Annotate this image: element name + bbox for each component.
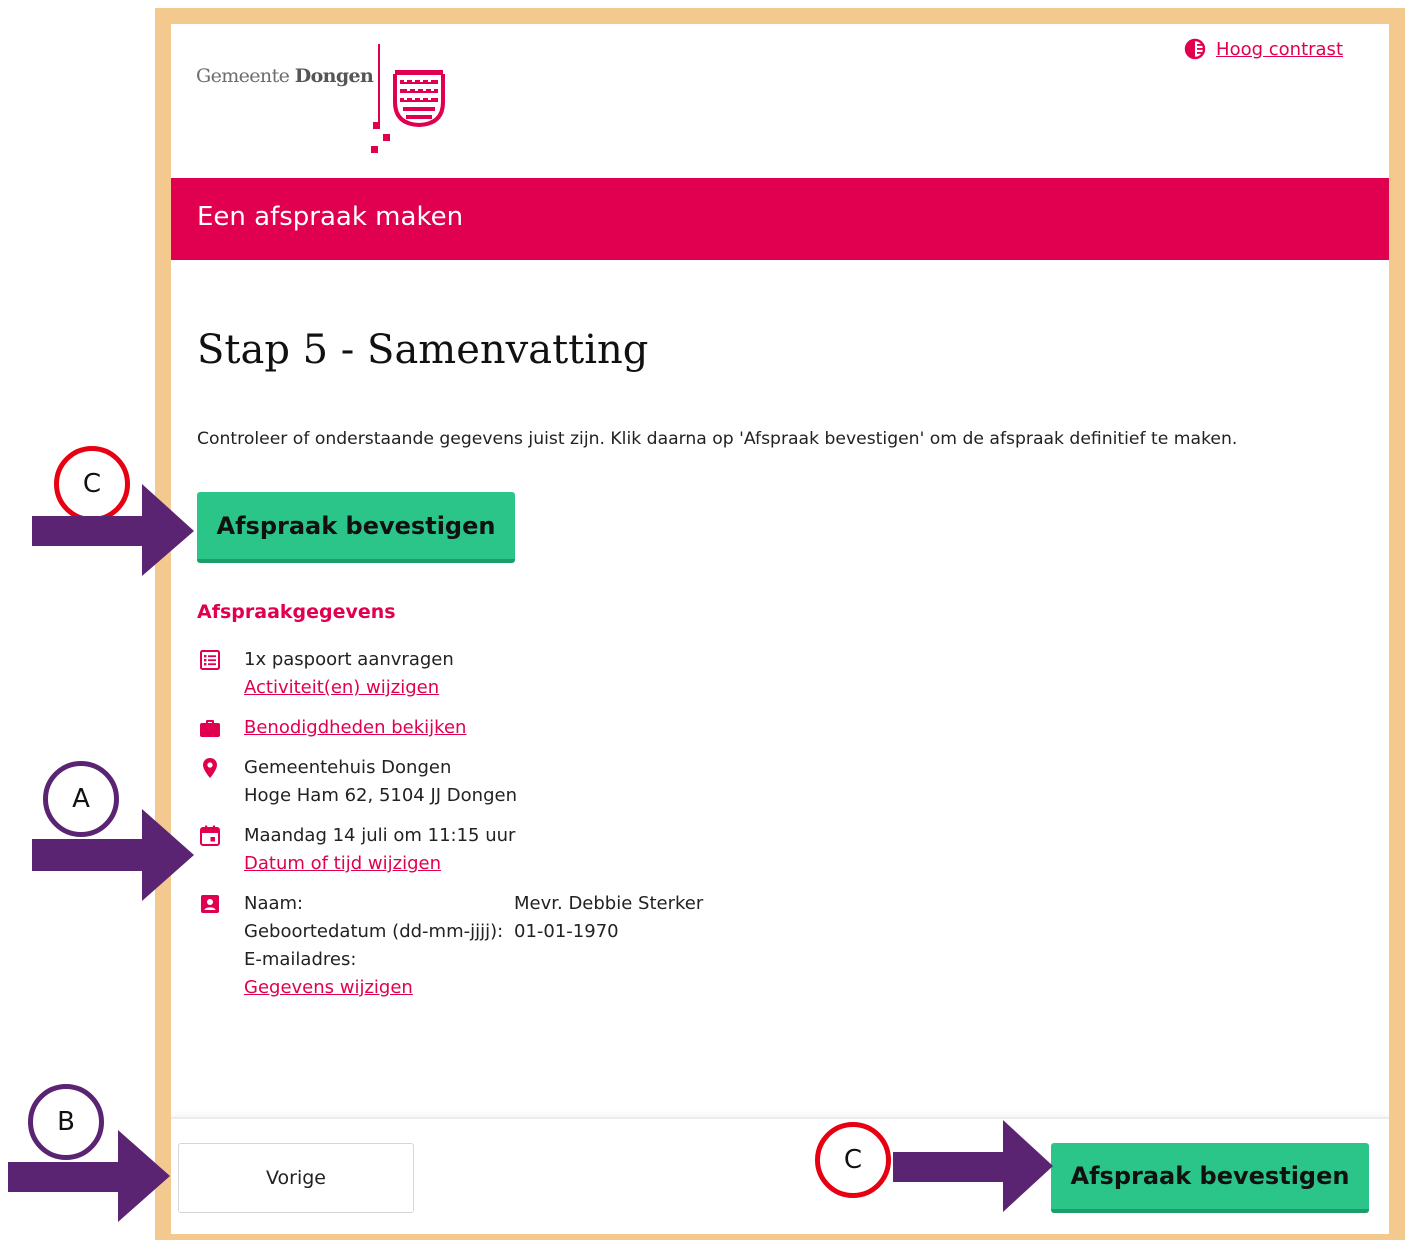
contrast-icon [1184,38,1206,60]
name-field: Naam: Mevr. Debbie Sterker [244,890,703,918]
logo-pixel [373,122,380,129]
datetime-content: Maandag 14 juli om 11:15 uur Datum of ti… [244,822,515,878]
location-name: Gemeentehuis Dongen [244,757,452,778]
high-contrast-link[interactable]: Hoog contrast [1216,39,1343,60]
birthdate-value: 01-01-1970 [514,921,619,942]
location-content: Gemeentehuis Dongen Hoge Ham 62, 5104 JJ… [244,754,517,810]
datetime-row: Maandag 14 juli om 11:15 uur Datum of ti… [197,822,897,878]
annotation-arrow-a [32,809,194,901]
activity-text: 1x paspoort aanvragen [244,649,454,670]
birthdate-label: Geboortedatum (dd-mm-jjjj): [244,921,504,942]
municipality-logo-text: Gemeente Dongen [196,65,374,87]
annotation-arrow-c-top [32,484,194,576]
change-activity-link[interactable]: Activiteit(en) wijzigen [244,674,454,702]
email-field: E-mailadres: [244,946,703,974]
logo-pixel [383,134,390,141]
briefcase-icon [200,720,220,737]
activity-content: 1x paspoort aanvragen Activiteit(en) wij… [244,646,454,702]
calendar-icon [200,825,220,846]
high-contrast-toggle[interactable]: Hoog contrast [1184,38,1343,60]
logo-divider [378,44,380,122]
activity-row: 1x paspoort aanvragen Activiteit(en) wij… [197,646,897,702]
view-requirements-link[interactable]: Benodigdheden bekijken [244,714,466,742]
requirements-row: Benodigdheden bekijken [197,714,897,742]
page-title: Stap 5 - Samenvatting [197,327,649,373]
appointment-datetime: Maandag 14 juli om 11:15 uur [244,825,516,846]
logo-pixel [371,146,378,153]
location-address: Hoge Ham 62, 5104 JJ Dongen [244,785,517,806]
previous-button[interactable]: Vorige [178,1143,414,1213]
intro-text: Controleer of onderstaande gegevens juis… [197,429,1238,449]
confirm-appointment-button-bottom[interactable]: Afspraak bevestigen [1051,1143,1369,1213]
name-value: Mevr. Debbie Sterker [514,893,704,914]
location-row: Gemeentehuis Dongen Hoge Ham 62, 5104 JJ… [197,754,897,810]
logo-text-regular: Gemeente [196,65,290,87]
municipality-crest-icon [393,70,445,128]
confirm-appointment-button-top[interactable]: Afspraak bevestigen [197,492,515,563]
logo-text-bold: Dongen [294,65,374,87]
birthdate-field: Geboortedatum (dd-mm-jjjj): 01-01-1970 [244,918,703,946]
page-banner: Een afspraak maken [171,178,1389,260]
person-row: Naam: Mevr. Debbie Sterker Geboortedatum… [197,890,897,1002]
contact-card-icon [201,895,219,913]
banner-title: Een afspraak maken [197,202,464,232]
appointment-details-title: Afspraakgegevens [197,601,396,623]
requirements-content: Benodigdheden bekijken [244,714,466,742]
annotation-label-c-bottom: C [815,1122,891,1198]
list-icon [200,650,220,670]
appointment-page: Gemeente Dongen Hoog contrast Een afspra… [171,24,1389,1234]
change-details-link[interactable]: Gegevens wijzigen [244,974,703,1002]
person-content: Naam: Mevr. Debbie Sterker Geboortedatum… [244,890,703,1002]
annotation-arrow-c-bottom [893,1120,1053,1212]
location-pin-icon [203,758,217,778]
annotation-arrow-b [8,1130,170,1222]
name-label: Naam: [244,893,304,914]
change-datetime-link[interactable]: Datum of tijd wijzigen [244,850,515,878]
email-label: E-mailadres: [244,949,357,970]
